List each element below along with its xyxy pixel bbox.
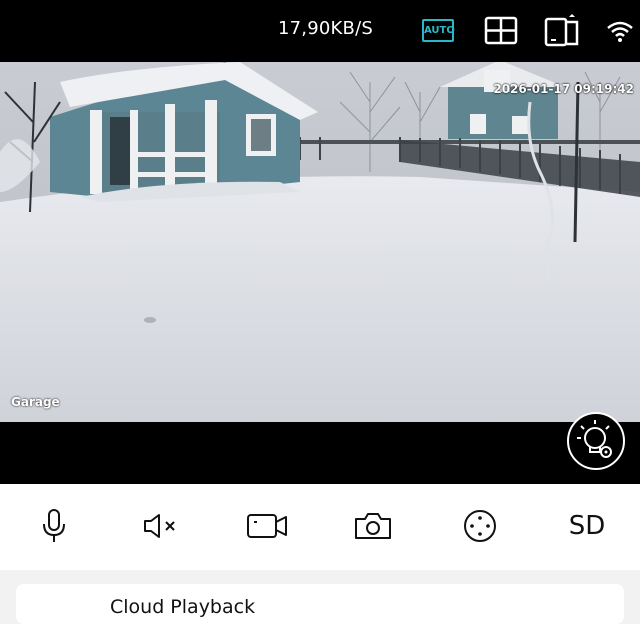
wifi-icon (607, 21, 633, 42)
mute-button[interactable] (142, 504, 180, 548)
ptz-direction-button[interactable] (462, 504, 498, 548)
video-timestamp: 2026-01-17 09:19:42 (493, 82, 634, 96)
camera-scene-image (0, 62, 640, 422)
auto-quality-button[interactable]: AUTO (422, 19, 455, 42)
camera-name-label: Garage (11, 395, 60, 409)
live-video-feed[interactable]: 2026-01-17 09:19:42 Garage (0, 62, 640, 422)
sd-quality-button[interactable]: SD (562, 504, 612, 548)
cloud-playback-label: Cloud Playback (110, 596, 256, 618)
microphone-icon (43, 509, 65, 542)
record-video-icon (247, 514, 287, 538)
control-toolbar: SD (0, 484, 640, 570)
snapshot-button[interactable] (353, 504, 393, 548)
snapshot-camera-icon (355, 513, 391, 539)
record-video-button[interactable] (246, 504, 288, 548)
bitrate-speed: 17,90KB/S (278, 18, 373, 39)
microphone-button[interactable] (38, 504, 70, 548)
light-settings-icon (577, 420, 612, 458)
top-bar: 17,90KB/S AUTO (0, 0, 640, 62)
light-settings-button[interactable] (567, 412, 625, 470)
grid-layout-icon[interactable] (484, 16, 518, 45)
mute-speaker-icon (144, 514, 175, 538)
cloud-playback-card[interactable]: Cloud Playback (16, 584, 624, 624)
rotate-screen-icon[interactable] (543, 14, 585, 48)
video-letterbox-bottom (0, 422, 640, 484)
ptz-direction-icon (464, 510, 496, 542)
